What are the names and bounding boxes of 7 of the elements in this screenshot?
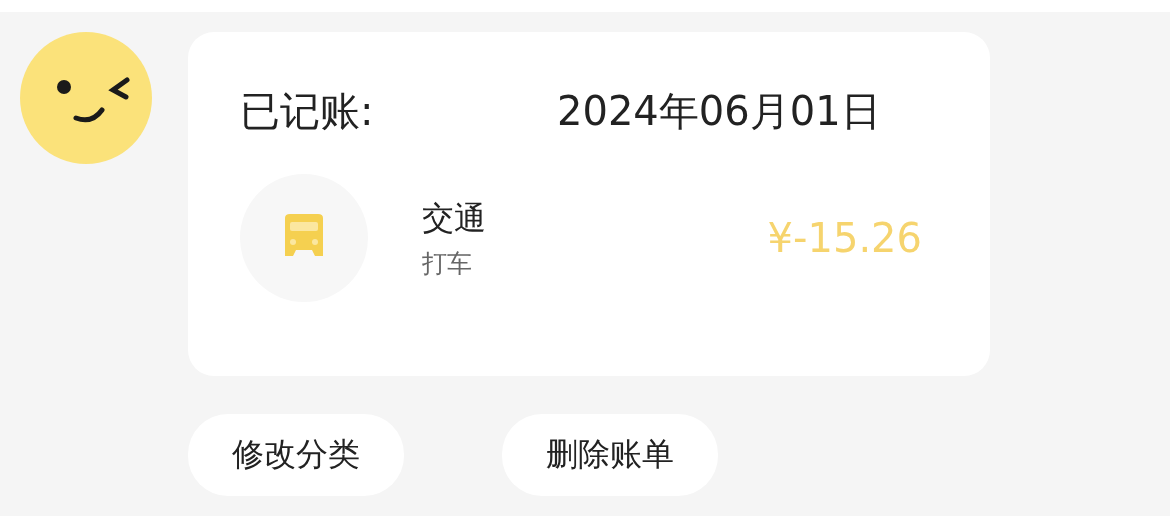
amount: ¥-15.26 [767, 215, 922, 261]
action-button[interactable]: 修改分类 [188, 414, 404, 496]
category-name: 交通 [422, 197, 487, 239]
status-label: 已记账: [240, 86, 375, 136]
category-note: 打车 [422, 247, 473, 280]
bill-date: 2024年06月01日 [557, 86, 881, 136]
action-button[interactable]: 删除账单 [502, 414, 718, 496]
